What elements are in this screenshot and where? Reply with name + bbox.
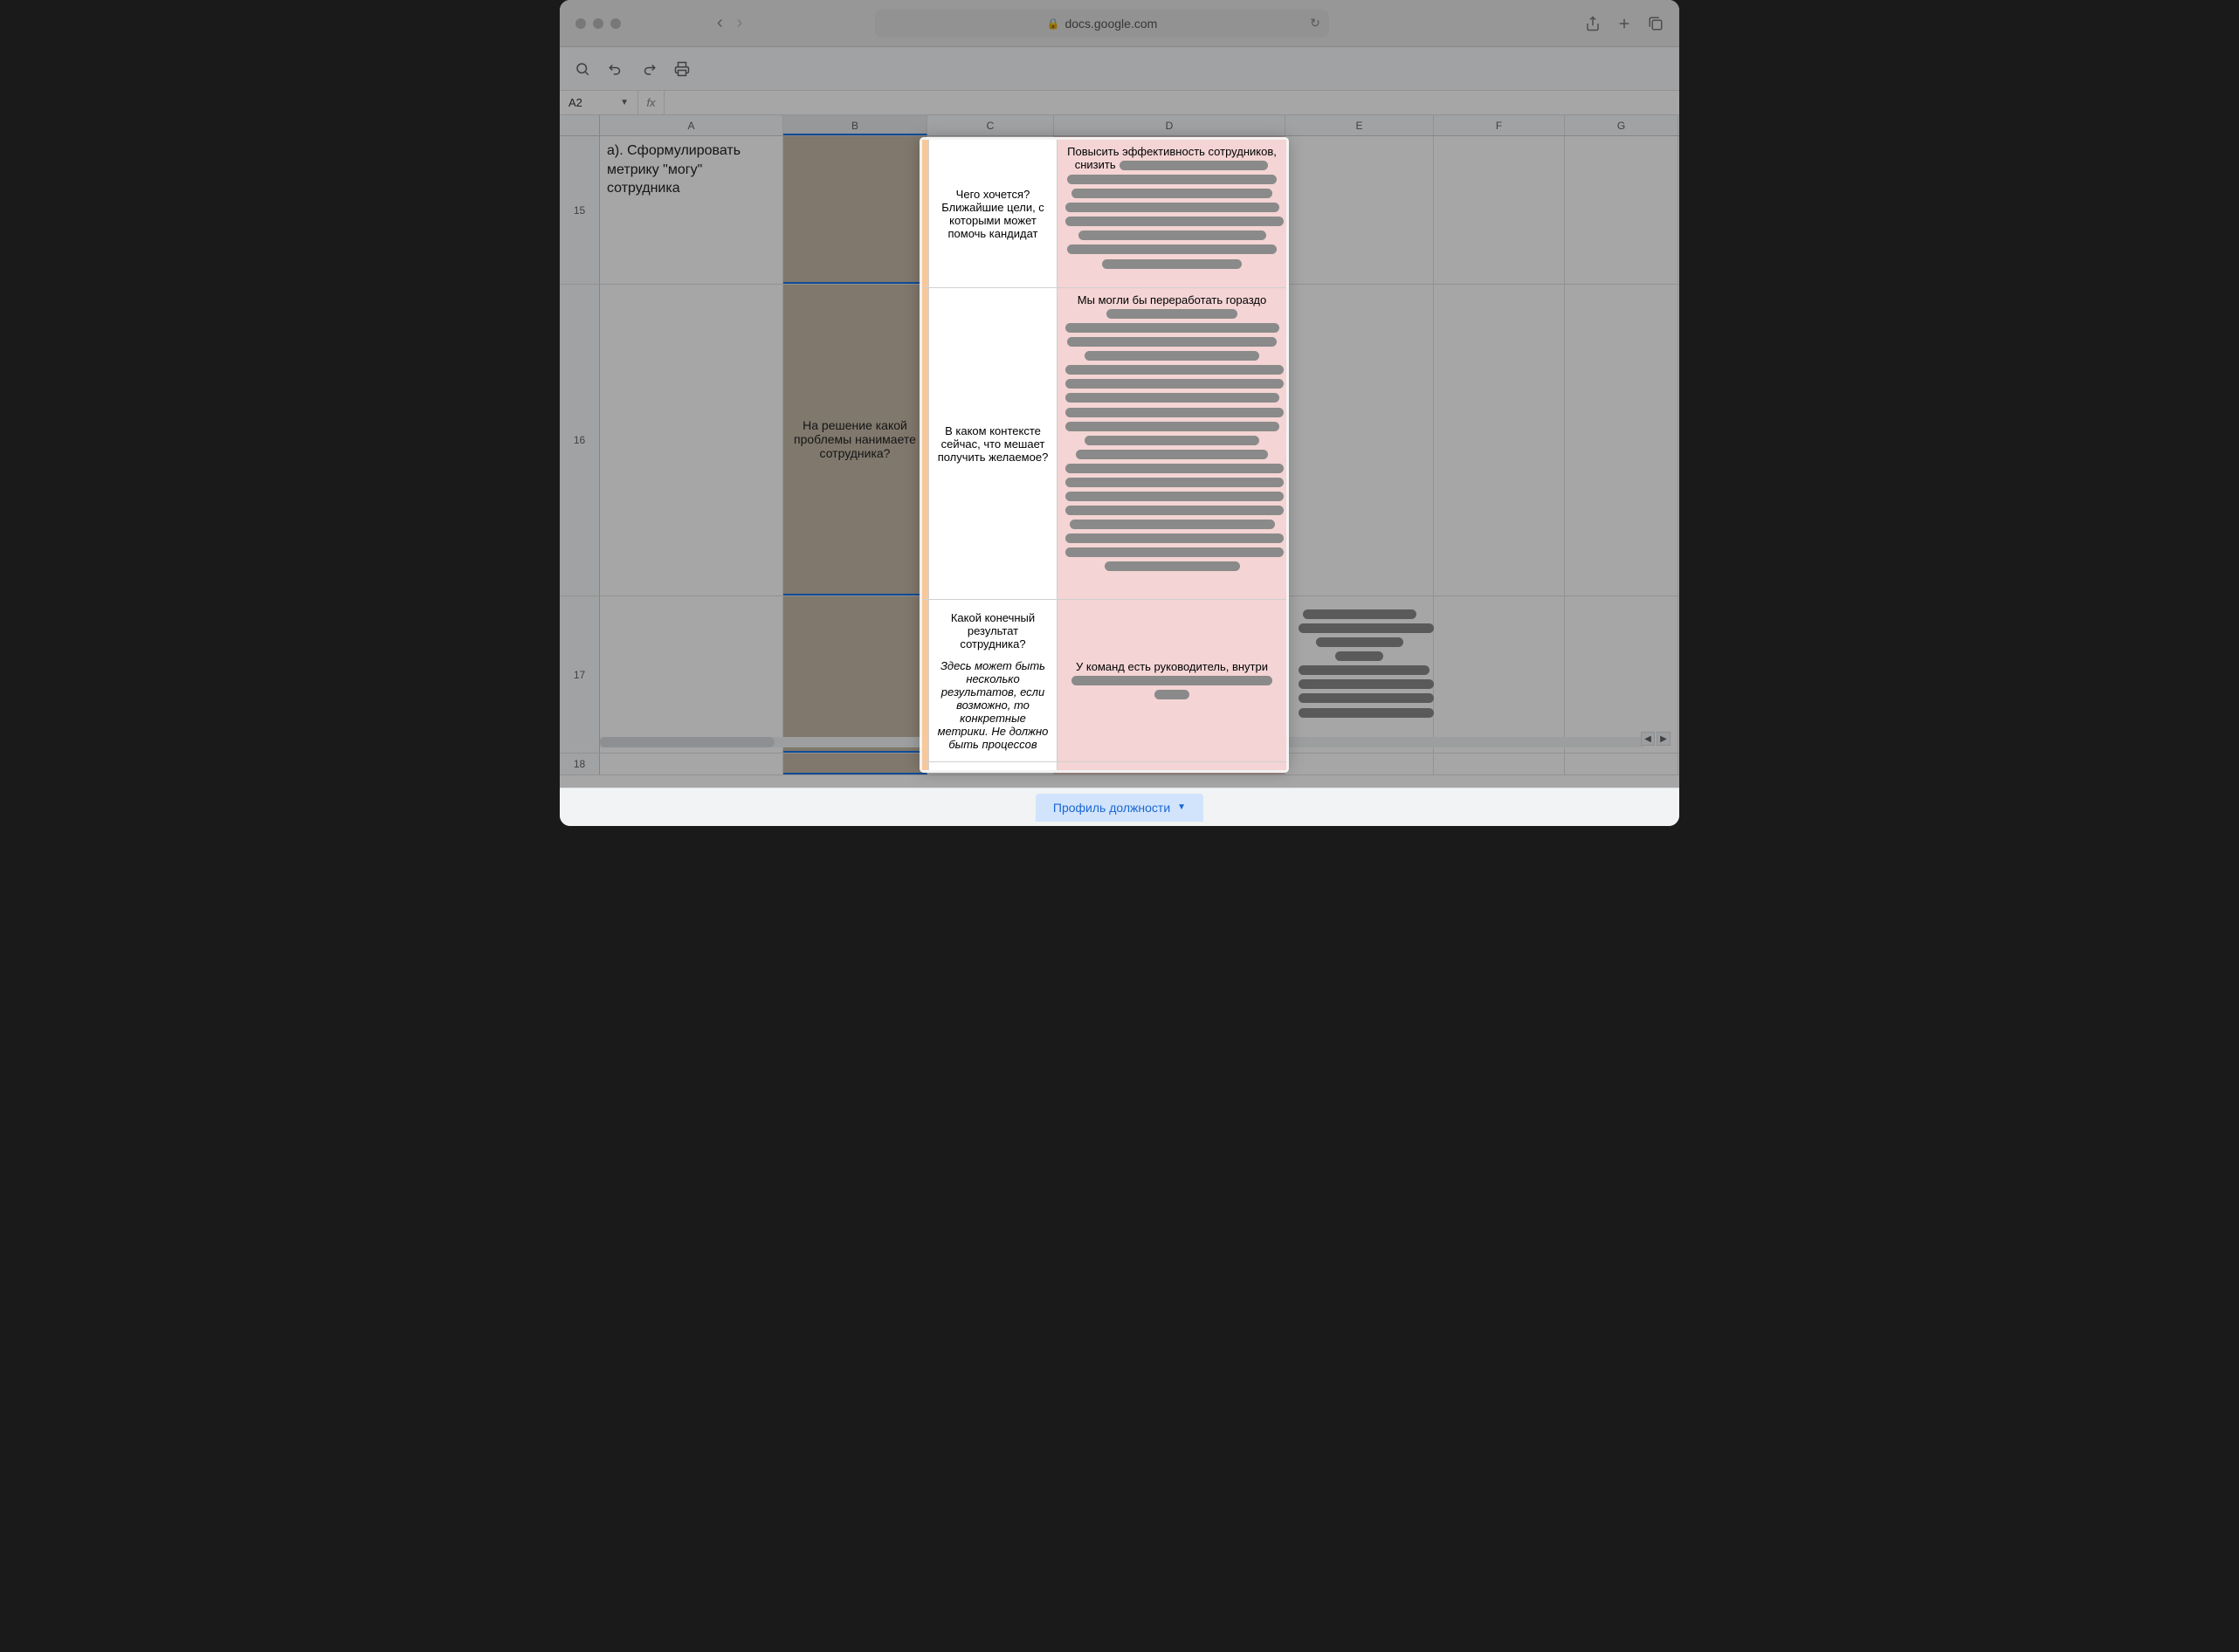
cell-text: У команд есть руководитель, внутри [1076,660,1268,673]
cell[interactable] [783,136,927,284]
row-header[interactable]: 16 [560,285,600,596]
lock-icon: 🔒 [1046,17,1059,30]
cell-text: a). Сформулировать метрику "могу" сотруд… [607,143,741,196]
cell-text-italic: Здесь может быть несколько результатов, … [936,659,1050,751]
cell-text: Чего хочется? Ближайшие цели, с которыми… [936,188,1050,240]
cell-reference: A2 [568,96,582,109]
scroll-right-icon[interactable]: ▶ [1657,732,1671,746]
sheet-tab-label: Профиль должности [1053,801,1170,815]
cell[interactable] [1565,754,1678,774]
cell[interactable]: Повысить эффективность сотрудников, сниз… [1057,140,1286,287]
undo-icon[interactable] [607,60,624,78]
cell[interactable] [1285,754,1434,774]
column-header[interactable]: C [927,115,1054,135]
search-icon[interactable] [574,60,591,78]
cell[interactable] [1434,596,1565,753]
address-bar[interactable]: 🔒 docs.google.com ↻ [875,10,1329,38]
new-tab-icon[interactable] [1616,16,1632,31]
cell-text: Какой конечный результат сотрудника? [936,611,1050,650]
cell[interactable]: Мы могли бы переработать гораздо [1057,288,1286,599]
column-header[interactable]: E [1285,115,1434,135]
window-controls[interactable] [575,18,621,29]
share-icon[interactable] [1585,16,1601,31]
back-button[interactable]: ‹ [717,13,723,33]
maximize-window-icon[interactable] [610,18,621,29]
sheets-toolbar [560,47,1679,91]
scrollbar-thumb[interactable] [600,737,775,747]
cell[interactable] [1565,596,1678,753]
cell[interactable]: В каком контексте сейчас, что мешает пол… [929,288,1057,599]
print-icon[interactable] [673,60,691,78]
cell[interactable] [783,596,927,753]
row-header[interactable]: 17 [560,596,600,754]
scroll-left-icon[interactable]: ◀ [1641,732,1655,746]
url-text: docs.google.com [1064,17,1157,31]
column-header[interactable]: G [1565,115,1678,135]
cell[interactable]: Чего хочется? Ближайшие цели, с которыми… [929,140,1057,287]
cell[interactable] [1285,136,1434,284]
cell[interactable] [1434,285,1565,595]
name-box[interactable]: A2 ▼ [560,91,638,114]
cell[interactable] [1565,285,1678,595]
cell[interactable] [600,596,783,753]
minimize-window-icon[interactable] [593,18,603,29]
column-header[interactable]: A [600,115,783,135]
refresh-icon[interactable]: ↻ [1310,16,1320,31]
cell[interactable]: На решение какой проблемы нанимаете сотр… [783,285,927,595]
cell[interactable] [783,754,927,774]
tabs-icon[interactable] [1648,16,1664,31]
cell[interactable] [1565,136,1678,284]
formula-bar: A2 ▼ fx [560,91,1679,115]
cell[interactable] [600,285,783,595]
forward-button[interactable]: › [737,13,743,33]
close-window-icon[interactable] [575,18,586,29]
cell[interactable] [1285,285,1434,595]
cell-text: Мы могли бы переработать гораздо [1078,293,1266,306]
redo-icon[interactable] [640,60,658,78]
fx-icon: fx [638,91,665,114]
row-header[interactable]: 15 [560,136,600,285]
browser-titlebar: ‹ › 🔒 docs.google.com ↻ [560,0,1679,47]
sheet-tab-active[interactable]: Профиль должности ▼ [1036,794,1203,822]
cell[interactable]: У команд есть руководитель, внутри [1057,600,1286,761]
column-header[interactable]: D [1054,115,1285,135]
row-header[interactable]: 18 [560,754,600,775]
cell[interactable] [1434,136,1565,284]
chevron-down-icon[interactable]: ▼ [1177,802,1186,812]
cell-text: В каком контексте сейчас, что мешает пол… [936,424,1050,464]
cell[interactable]: Какой конечный результат сотрудника? Зде… [929,600,1057,761]
select-all-corner[interactable] [560,115,600,135]
column-header[interactable]: F [1434,115,1565,135]
cell-text: На решение какой проблемы нанимаете сотр… [790,418,920,460]
cell[interactable] [1434,754,1565,774]
cell[interactable]: a). Сформулировать метрику "могу" сотруд… [600,136,783,284]
sheet-tabs-bar: Профиль должности ▼ [560,788,1679,826]
column-header[interactable]: B [783,115,927,135]
name-box-dropdown-icon[interactable]: ▼ [620,98,629,107]
cell[interactable] [600,754,783,774]
cell[interactable] [1285,596,1434,753]
